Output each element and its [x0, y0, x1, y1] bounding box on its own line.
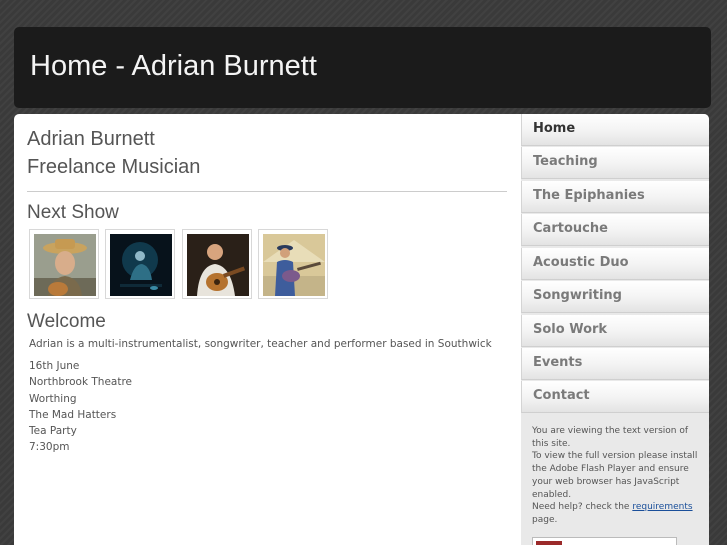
- photo-stage-performance: [110, 234, 172, 296]
- intro-text: Adrian is a multi-instrumentalist, songw…: [29, 338, 492, 350]
- photo-thumbnail[interactable]: [182, 229, 252, 299]
- nav-item-label: Teaching: [533, 154, 598, 169]
- nav-item-solo-work[interactable]: Solo Work: [521, 315, 709, 347]
- sidebar: Home Teaching The Epiphanies Cartouche A…: [521, 114, 709, 545]
- nav-item-home[interactable]: Home: [521, 114, 709, 146]
- show-time: 7:30pm: [29, 441, 70, 454]
- welcome-heading: Welcome: [27, 311, 106, 332]
- show-venue: Northbrook Theatre: [29, 376, 133, 389]
- nav-item-acoustic-duo[interactable]: Acoustic Duo: [521, 248, 709, 280]
- nav-item-label: Solo Work: [533, 322, 608, 337]
- requirements-link[interactable]: requirements: [632, 502, 692, 512]
- nav-item-label: Home: [533, 121, 576, 136]
- photo-guitarist-tent: [263, 234, 325, 296]
- notice-help-prefix: Need help? check the: [532, 502, 633, 513]
- nav-item-label: Acoustic Duo: [533, 255, 629, 270]
- nav-item-the-epiphanies[interactable]: The Epiphanies: [521, 181, 709, 213]
- heading-divider: [27, 191, 507, 192]
- nav-item-label: Events: [533, 355, 583, 370]
- show-date: 16th June: [29, 360, 80, 372]
- photo-mandolin-player: [187, 234, 249, 296]
- next-show-heading: Next Show: [27, 202, 119, 223]
- flash-player-badge[interactable]: [532, 537, 677, 545]
- show-details: 16th June Northbrook Theatre Worthing Th…: [29, 358, 132, 456]
- photo-straw-hat-musician: [34, 234, 96, 296]
- photo-thumbnail[interactable]: [258, 229, 328, 299]
- photo-thumbnail[interactable]: [105, 229, 175, 299]
- notice-install-flash: To view the full version please install …: [532, 451, 698, 500]
- nav-item-label: The Epiphanies: [533, 188, 645, 203]
- show-title: The Mad Hatters: [29, 408, 117, 421]
- nav-item-label: Songwriting: [533, 288, 622, 303]
- show-title-continued: Tea Party: [29, 425, 77, 438]
- nav-item-contact[interactable]: Contact: [521, 381, 709, 413]
- site-title: Home - Adrian Burnett: [30, 50, 317, 82]
- show-town: Worthing: [29, 392, 77, 405]
- artist-name-heading: Adrian Burnett: [27, 128, 155, 150]
- main-content: Adrian Burnett Freelance Musician Next S…: [14, 114, 521, 545]
- nav-item-label: Cartouche: [533, 221, 608, 236]
- notice-help: Need help? check the requirements page.: [532, 501, 702, 526]
- nav-item-events[interactable]: Events: [521, 348, 709, 380]
- nav-item-teaching[interactable]: Teaching: [521, 147, 709, 179]
- notice-help-suffix: page.: [532, 514, 558, 525]
- flash-logo-icon: [536, 541, 562, 545]
- artist-role-heading: Freelance Musician: [27, 156, 201, 178]
- nav-item-label: Contact: [533, 388, 590, 403]
- site-header: Home - Adrian Burnett: [14, 27, 711, 108]
- flash-version-notice: You are viewing the text version of this…: [532, 425, 702, 527]
- nav-item-cartouche[interactable]: Cartouche: [521, 214, 709, 246]
- photo-thumbnail[interactable]: [29, 229, 99, 299]
- notice-text-version: You are viewing the text version of this…: [532, 426, 689, 449]
- nav-item-songwriting[interactable]: Songwriting: [521, 281, 709, 313]
